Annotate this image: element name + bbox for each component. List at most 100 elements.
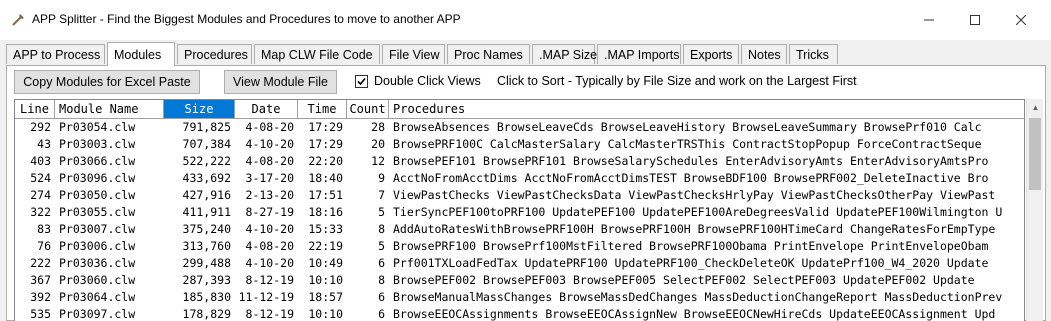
- tab-tricks[interactable]: Tricks: [789, 44, 838, 64]
- cell-size: 287,393: [182, 273, 231, 287]
- cell-module-name: Pr03036.clw: [59, 256, 136, 270]
- cell-module-name: Pr03096.clw: [59, 171, 136, 185]
- cell-line: 43: [37, 137, 51, 151]
- column-header-size[interactable]: Size: [164, 100, 235, 119]
- cell-size: 791,825: [182, 120, 231, 134]
- column-header-date[interactable]: Date: [235, 100, 298, 119]
- table-row[interactable]: 43 Pr03003.clw 707,384 4-10-20 17:29 20 Browse…: [15, 136, 1024, 153]
- cell-module-name: Pr03050.clw: [59, 188, 136, 202]
- tab-notes[interactable]: Notes: [741, 44, 787, 64]
- cell-count: 5: [378, 205, 385, 219]
- cell-procedures: BrowseAbsences BrowseLeaveCds BrowseLeav…: [393, 120, 982, 134]
- tab-map-imports[interactable]: .MAP Imports: [597, 44, 681, 64]
- table-row[interactable]: 322 Pr03055.clw 411,911 8-27-19 18:16 5 TierSy…: [15, 204, 1024, 221]
- cell-time: 18:40: [308, 171, 343, 185]
- cell-time: 18:16: [308, 205, 343, 219]
- tab-proc-names[interactable]: Proc Names: [447, 44, 530, 64]
- table-row[interactable]: 535 Pr03097.clw 178,829 8-12-19 10:10 6 Browse…: [15, 306, 1024, 321]
- cell-module-name: Pr03060.clw: [59, 273, 136, 287]
- view-module-file-button[interactable]: View Module File: [224, 70, 337, 94]
- cell-line: 524: [30, 171, 51, 185]
- maximize-button[interactable]: [952, 0, 998, 40]
- tab-app-to-process[interactable]: APP to Process: [6, 44, 105, 64]
- cell-line: 83: [37, 222, 51, 236]
- cell-module-name: Pr03097.clw: [59, 307, 136, 321]
- cell-line: 392: [30, 290, 51, 304]
- cell-date: 8-27-19: [245, 205, 294, 219]
- tab-map-clw-file-code[interactable]: Map CLW File Code: [254, 44, 380, 64]
- cell-time: 10:10: [308, 273, 343, 287]
- cell-date: 4-08-20: [245, 154, 294, 168]
- cell-line: 76: [37, 239, 51, 253]
- cell-size: 375,240: [182, 222, 231, 236]
- cell-size: 313,760: [182, 239, 231, 253]
- cell-count: 28: [371, 120, 385, 134]
- checkmark-icon: [357, 77, 366, 85]
- cell-size: 427,916: [182, 188, 231, 202]
- tab-map-size[interactable]: .MAP Size: [532, 44, 597, 64]
- cell-module-name: Pr03054.clw: [59, 120, 136, 134]
- scroll-up-icon[interactable]: ▲: [1027, 99, 1044, 116]
- table-row[interactable]: 367 Pr03060.clw 287,393 8-12-19 10:10 8 Browse…: [15, 272, 1024, 289]
- table-row[interactable]: 392 Pr03064.clw 185,830 11-12-19 18:57 6 Brows…: [15, 289, 1024, 306]
- table-row[interactable]: 222 Pr03036.clw 299,488 4-10-20 10:49 6 Prf001…: [15, 255, 1024, 272]
- cell-procedures: BrowseEEOCAssignments BrowseEEOCAssignNe…: [393, 307, 996, 321]
- cell-module-name: Pr03064.clw: [59, 290, 136, 304]
- tab-modules[interactable]: Modules: [107, 42, 175, 66]
- cell-line: 292: [30, 120, 51, 134]
- cell-module-name: Pr03055.clw: [59, 205, 136, 219]
- window-title: APP Splitter - Find the Biggest Modules …: [32, 12, 461, 26]
- copy-modules-button[interactable]: Copy Modules for Excel Paste: [14, 70, 200, 94]
- cell-date: 8-12-19: [245, 273, 294, 287]
- minimize-button[interactable]: [906, 0, 952, 40]
- cell-date: 4-10-20: [245, 222, 294, 236]
- checkbox-box[interactable]: [355, 74, 368, 88]
- column-header-procedures[interactable]: Procedures: [389, 100, 1024, 119]
- table-row[interactable]: 292 Pr03054.clw 791,825 4-08-20 17:29 28 Brows…: [15, 119, 1024, 136]
- cell-date: 4-10-20: [245, 137, 294, 151]
- cell-procedures: Prf001TXLoadFedTax UpdatePRF100 UpdatePR…: [393, 256, 989, 270]
- table-row[interactable]: 83 Pr03007.clw 375,240 4-10-20 15:33 8 AddAuto…: [15, 221, 1024, 238]
- table-row[interactable]: 76 Pr03006.clw 313,760 4-08-20 22:19 5 BrowseP…: [15, 238, 1024, 255]
- cell-time: 10:10: [308, 307, 343, 321]
- column-header-line[interactable]: Line: [15, 100, 55, 119]
- tab-file-view[interactable]: File View: [382, 44, 445, 64]
- scroll-thumb[interactable]: [1029, 118, 1041, 190]
- cell-procedures: BrowseManualMassChanges BrowseMassDedCha…: [393, 290, 1003, 304]
- cell-line: 535: [30, 307, 51, 321]
- cell-count: 5: [378, 239, 385, 253]
- cell-size: 411,911: [182, 205, 231, 219]
- cell-size: 299,488: [182, 256, 231, 270]
- cell-procedures: ViewPastChecks ViewPastChecksData ViewPa…: [393, 188, 996, 202]
- modules-list[interactable]: Line Module Name Size Date Time Count Pr…: [14, 99, 1025, 321]
- cell-size: 185,830: [182, 290, 231, 304]
- minimize-icon: [924, 19, 934, 21]
- cell-procedures: BrowsePEF101 BrowsePRF101 BrowseSalarySc…: [393, 154, 989, 168]
- app-icon: [10, 12, 26, 28]
- cell-time: 17:29: [308, 137, 343, 151]
- cell-time: 15:33: [308, 222, 343, 236]
- table-row[interactable]: 403 Pr03066.clw 522,222 4-08-20 22:20 12 Brows…: [15, 153, 1024, 170]
- table-row[interactable]: 274 Pr03050.clw 427,916 2-13-20 17:51 7 ViewPa…: [15, 187, 1024, 204]
- double-click-views-checkbox[interactable]: Double Click Views: [355, 74, 481, 88]
- cell-module-name: Pr03007.clw: [59, 222, 136, 236]
- cell-time: 10:49: [308, 256, 343, 270]
- vertical-scrollbar[interactable]: ▲: [1026, 99, 1043, 321]
- cell-count: 6: [378, 307, 385, 321]
- cell-size: 522,222: [182, 154, 231, 168]
- cell-line: 222: [30, 256, 51, 270]
- table-row[interactable]: 524 Pr03096.clw 433,692 3-17-20 18:40 9 AcctNo…: [15, 170, 1024, 187]
- cell-count: 8: [378, 222, 385, 236]
- cell-procedures: BrowsePRF100C CalcMasterSalary CalcMaste…: [393, 137, 982, 151]
- column-header-time[interactable]: Time: [298, 100, 347, 119]
- cell-line: 274: [30, 188, 51, 202]
- close-button[interactable]: [998, 0, 1044, 40]
- cell-line: 403: [30, 154, 51, 168]
- cell-date: 8-12-19: [245, 307, 294, 321]
- tab-procedures[interactable]: Procedures: [177, 44, 252, 64]
- cell-date: 11-12-19: [238, 290, 294, 304]
- column-header-count[interactable]: Count: [347, 100, 389, 119]
- cell-count: 9: [378, 171, 385, 185]
- tab-exports[interactable]: Exports: [683, 44, 739, 64]
- column-header-module-name[interactable]: Module Name: [55, 100, 164, 119]
